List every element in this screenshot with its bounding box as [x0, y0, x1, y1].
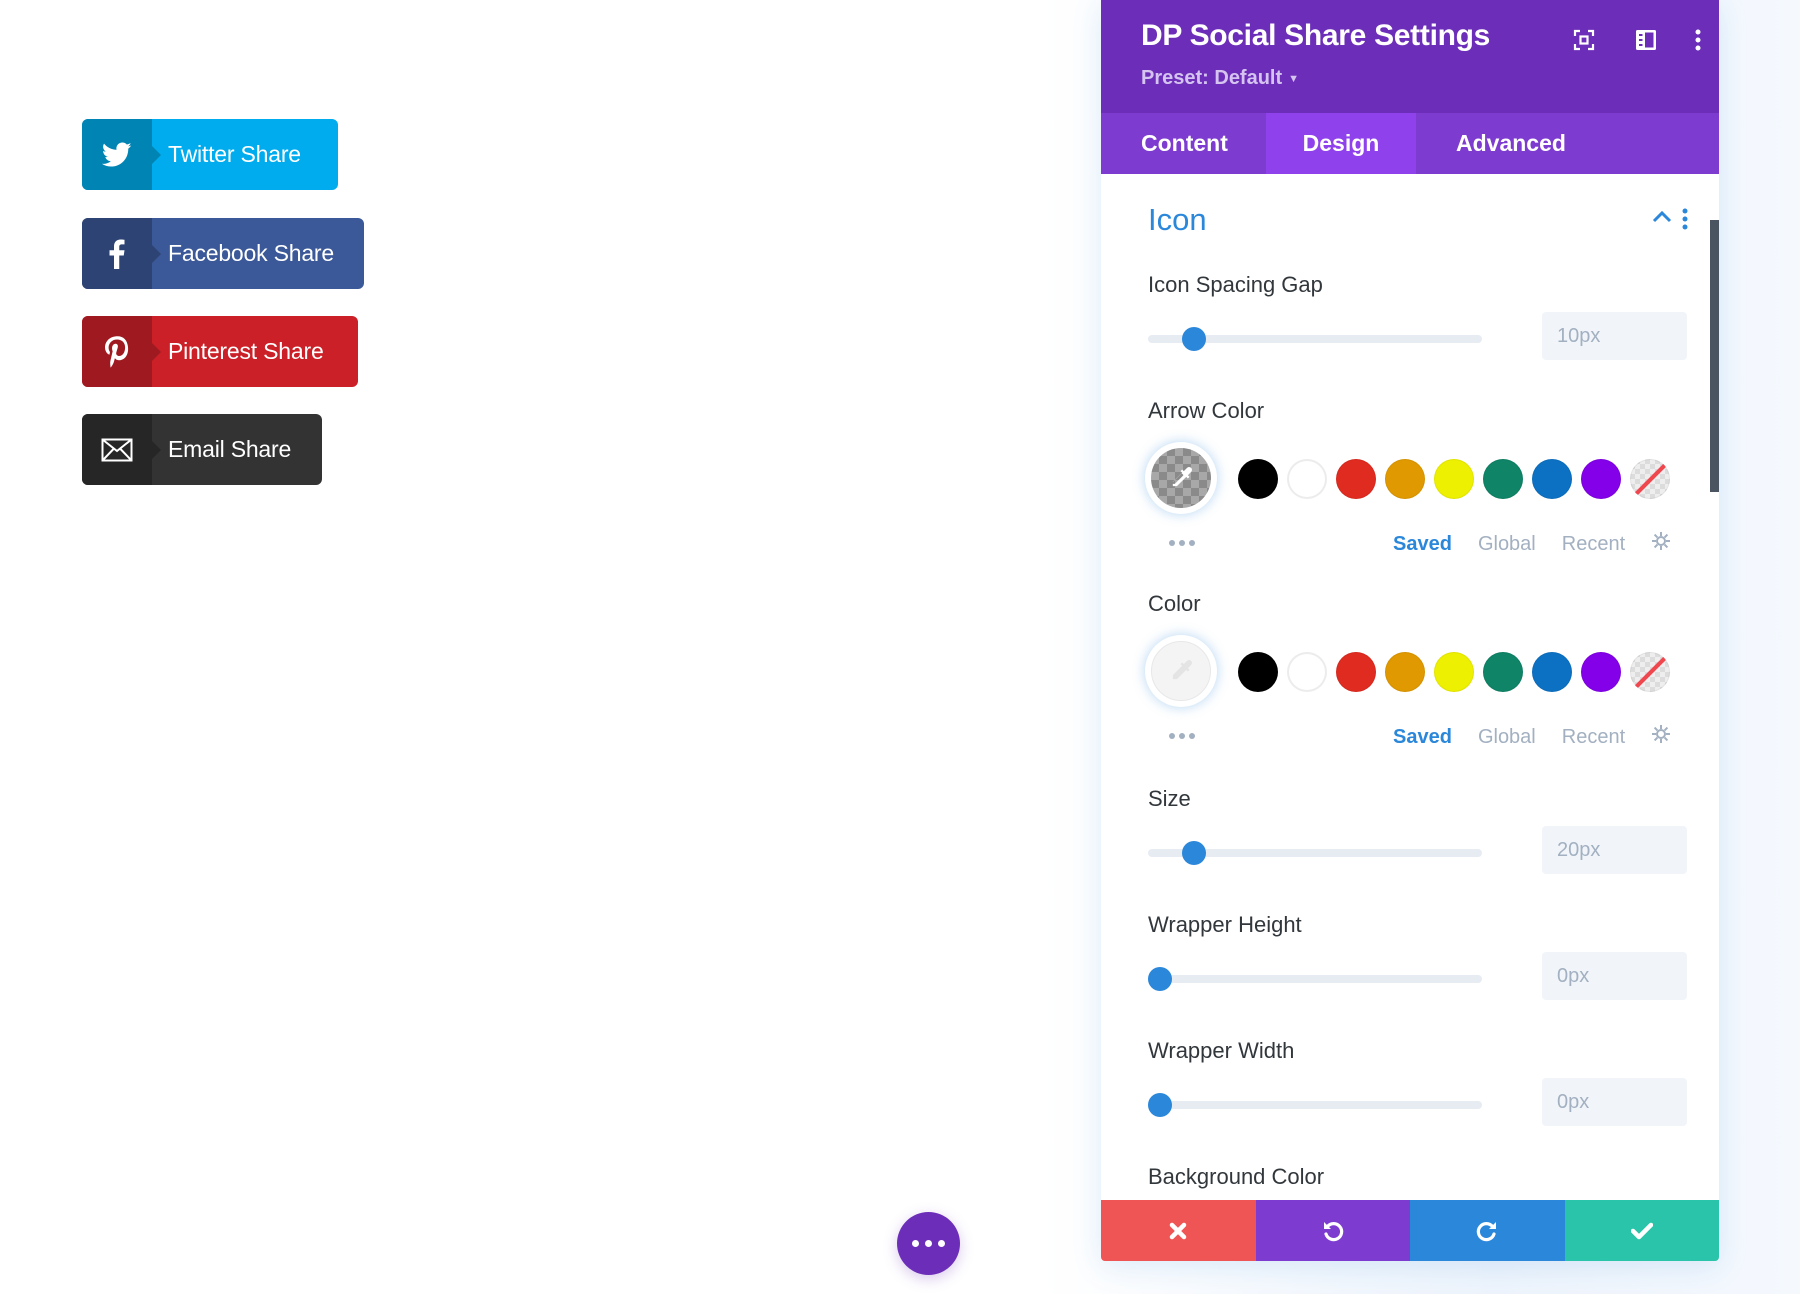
slider-thumb[interactable] [1148, 1093, 1172, 1117]
color-swatch[interactable] [1336, 459, 1376, 499]
panel-scrollbar[interactable] [1710, 220, 1719, 492]
slider-thumb[interactable] [1182, 841, 1207, 865]
undo-icon [1323, 1221, 1343, 1241]
panel-tabs: Content Design Advanced [1101, 113, 1719, 174]
split-view-icon[interactable] [1634, 28, 1658, 52]
preset-label: Preset: Default [1141, 67, 1283, 89]
close-icon [1170, 1222, 1187, 1239]
panel-header: DP Social Share Settings Preset: Default… [1101, 0, 1719, 113]
color-swatch[interactable] [1483, 459, 1523, 499]
color-swatch[interactable] [1532, 459, 1572, 499]
cancel-button[interactable] [1101, 1200, 1256, 1261]
color-swatches [1238, 652, 1670, 692]
email-share-label: Email Share [168, 436, 292, 462]
email-share-button[interactable]: Email Share [82, 414, 322, 485]
facebook-share-button[interactable]: Facebook Share [82, 218, 364, 289]
size-input[interactable] [1542, 826, 1687, 874]
color-swatch[interactable] [1581, 652, 1621, 692]
size-label: Size [1148, 786, 1191, 811]
arrow-color-palette-tabs: Saved Global Recent [1393, 531, 1671, 557]
icon-spacing-gap-label: Icon Spacing Gap [1148, 272, 1323, 297]
color-palette-tabs: Saved Global Recent [1393, 724, 1671, 750]
settings-panel: DP Social Share Settings Preset: Default… [1101, 0, 1719, 1261]
twitter-share-label: Twitter Share [168, 141, 301, 167]
focus-mode-icon[interactable] [1572, 28, 1596, 52]
caret-down-icon: ▼ [1288, 72, 1300, 85]
ellipsis-icon-dot [925, 1240, 932, 1247]
background-color-label: Background Color [1148, 1164, 1325, 1189]
ellipsis-icon-dot [912, 1240, 919, 1247]
panel-title: DP Social Share Settings [1141, 19, 1491, 52]
pinterest-share-label: Pinterest Share [168, 338, 324, 364]
color-swatch[interactable] [1483, 652, 1523, 692]
color-swatch[interactable] [1385, 459, 1425, 499]
gear-icon[interactable] [1651, 724, 1671, 750]
color-picker[interactable] [1145, 635, 1217, 707]
redo-icon [1477, 1221, 1497, 1241]
wrapper-height-label: Wrapper Height [1148, 912, 1302, 937]
color-more-icon[interactable] [1169, 733, 1195, 739]
color-swatch[interactable] [1581, 459, 1621, 499]
color-swatch[interactable] [1336, 652, 1376, 692]
palette-tab-global[interactable]: Global [1478, 533, 1536, 556]
eyedropper-icon [1151, 448, 1211, 508]
color-swatch[interactable] [1532, 652, 1572, 692]
pinterest-icon [82, 316, 161, 387]
preset-selector[interactable]: Preset: Default ▼ [1141, 67, 1299, 90]
panel-footer [1101, 1200, 1719, 1261]
color-swatch[interactable] [1287, 652, 1327, 692]
color-swatch[interactable] [1238, 652, 1278, 692]
color-swatch[interactable] [1434, 459, 1474, 499]
palette-tab-recent[interactable]: Recent [1562, 533, 1625, 556]
palette-tab-global[interactable]: Global [1478, 726, 1536, 749]
slider-thumb[interactable] [1182, 327, 1207, 351]
color-swatch[interactable] [1385, 652, 1425, 692]
palette-tab-saved[interactable]: Saved [1393, 726, 1452, 749]
section-title-icon-group[interactable]: Icon [1148, 202, 1207, 238]
facebook-share-label: Facebook Share [168, 240, 334, 266]
arrow-color-picker[interactable] [1145, 442, 1217, 514]
wrapper-width-label: Wrapper Width [1148, 1038, 1295, 1063]
ellipsis-icon-dot [938, 1240, 945, 1247]
pinterest-share-button[interactable]: Pinterest Share [82, 316, 358, 387]
color-swatch[interactable] [1434, 652, 1474, 692]
twitter-icon [82, 119, 161, 190]
size-slider[interactable] [1148, 841, 1482, 865]
palette-tab-saved[interactable]: Saved [1393, 533, 1452, 556]
gear-icon[interactable] [1651, 531, 1671, 557]
section-more-options-icon[interactable] [1682, 208, 1688, 235]
facebook-icon [82, 218, 161, 289]
eyedropper-icon [1151, 641, 1211, 701]
check-icon [1630, 1222, 1653, 1239]
icon-spacing-gap-input[interactable] [1542, 312, 1687, 360]
page-settings-menu-button[interactable] [897, 1212, 960, 1275]
wrapper-width-slider[interactable] [1148, 1093, 1482, 1117]
redo-button[interactable] [1410, 1200, 1565, 1261]
undo-button[interactable] [1255, 1200, 1410, 1261]
twitter-share-button[interactable]: Twitter Share [82, 119, 338, 190]
color-swatch[interactable] [1238, 459, 1278, 499]
color-swatch[interactable] [1287, 459, 1327, 499]
palette-tab-recent[interactable]: Recent [1562, 726, 1625, 749]
swatch-no-color[interactable] [1630, 652, 1670, 692]
save-button[interactable] [1564, 1200, 1719, 1261]
tab-design[interactable]: Design [1266, 113, 1416, 174]
arrow-color-more-icon[interactable] [1169, 540, 1195, 546]
envelope-icon [82, 414, 161, 485]
color-label: Color [1148, 591, 1201, 616]
slider-thumb[interactable] [1148, 967, 1172, 991]
arrow-color-swatches [1238, 459, 1670, 499]
tab-advanced[interactable]: Advanced [1416, 113, 1719, 174]
icon-spacing-gap-slider[interactable] [1148, 327, 1482, 351]
page-canvas: Twitter Share Facebook Share Pinterest S… [0, 0, 1800, 1294]
chevron-up-icon[interactable] [1652, 210, 1672, 228]
swatch-no-color[interactable] [1630, 459, 1670, 499]
wrapper-width-input[interactable] [1542, 1078, 1687, 1126]
tab-content[interactable]: Content [1101, 113, 1266, 174]
panel-body: Icon Icon Spacing Gap Arrow Color [1101, 174, 1719, 1200]
more-vertical-icon[interactable] [1686, 28, 1710, 52]
arrow-color-label: Arrow Color [1148, 398, 1265, 423]
wrapper-height-slider[interactable] [1148, 967, 1482, 991]
wrapper-height-input[interactable] [1542, 952, 1687, 1000]
